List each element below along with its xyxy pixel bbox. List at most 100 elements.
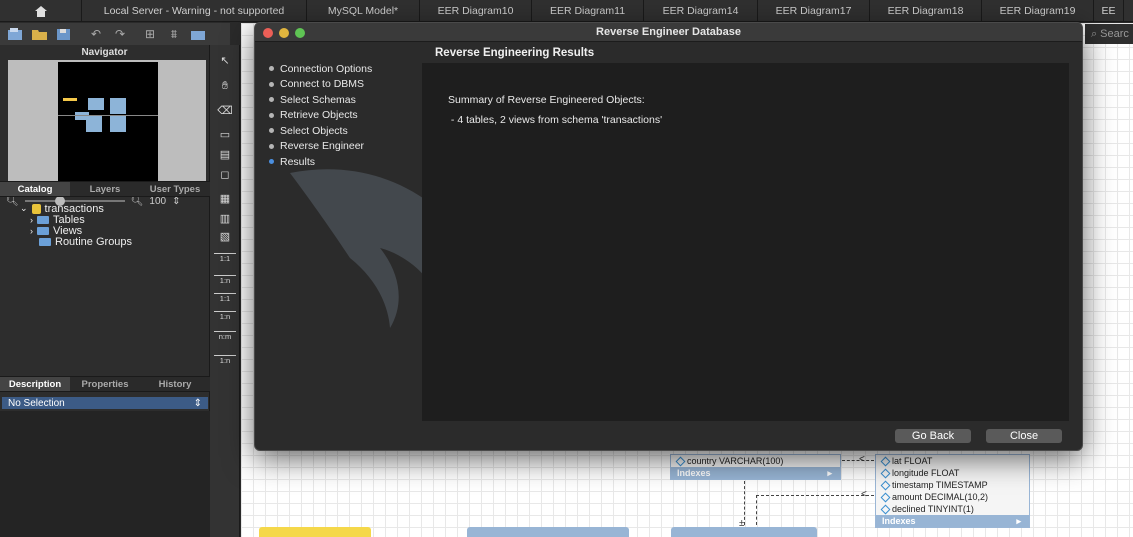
- pointer-tool-icon[interactable]: ↖: [216, 53, 234, 67]
- tab-description[interactable]: Description: [0, 377, 70, 391]
- diagram-table-header[interactable]: [467, 527, 629, 537]
- step-label: Connection Options: [280, 62, 373, 75]
- tree-item-routine-groups[interactable]: Routine Groups: [20, 236, 210, 248]
- table-column-row: timestamp TIMESTAMP: [876, 479, 1029, 491]
- new-document-icon[interactable]: [8, 27, 24, 41]
- layer-tool-icon[interactable]: ▭: [216, 127, 234, 141]
- relationship-line[interactable]: [842, 460, 874, 461]
- step-label: Select Objects: [280, 124, 348, 137]
- routine-tool-icon[interactable]: ▧: [216, 229, 234, 243]
- relationship-crowfoot-icon: <: [861, 489, 867, 500]
- tab-user-types[interactable]: User Types: [140, 182, 210, 196]
- relation-1-n-tool[interactable]: 1:n: [214, 275, 236, 285]
- diagram-table-header[interactable]: [671, 527, 817, 537]
- hand-tool-icon[interactable]: ✋︎: [216, 79, 234, 93]
- step-bullet-icon: [269, 81, 274, 87]
- tree-item-tables[interactable]: › Tables: [20, 214, 210, 226]
- export-icon[interactable]: [190, 27, 206, 41]
- document-tab[interactable]: EE: [1094, 0, 1124, 22]
- document-tab[interactable]: EER Diagram19: [982, 0, 1094, 22]
- document-tab[interactable]: EER Diagram14: [644, 0, 758, 22]
- column-diamond-icon: [880, 456, 891, 466]
- align-icon[interactable]: ⩩: [166, 27, 182, 41]
- tree-item-views[interactable]: › Views: [20, 225, 210, 237]
- minimap-table: [86, 116, 102, 132]
- diagram-table-right[interactable]: lat FLOAT longitude FLOAT timestamp TIME…: [875, 454, 1030, 528]
- column-label: longitude FLOAT: [892, 468, 960, 478]
- search-placeholder: Searc: [1100, 28, 1129, 40]
- step-label: Results: [280, 155, 316, 168]
- document-tab[interactable]: EER Diagram10: [420, 0, 532, 22]
- folder-icon: [37, 226, 49, 235]
- undo-icon[interactable]: ↶: [88, 27, 104, 41]
- home-tab[interactable]: [0, 0, 82, 22]
- column-diamond-icon: [880, 504, 891, 514]
- relationship-line[interactable]: [756, 495, 757, 525]
- relation-1-1-id-tool[interactable]: 1:1: [214, 293, 236, 303]
- minimize-window-icon[interactable]: [279, 28, 289, 38]
- document-tab[interactable]: EER Diagram17: [758, 0, 870, 22]
- tab-catalog[interactable]: Catalog: [0, 182, 70, 196]
- relation-existing-tool[interactable]: 1:n: [214, 355, 236, 365]
- open-folder-icon[interactable]: [32, 27, 48, 41]
- wizard-step: Retrieve Objects: [269, 108, 419, 124]
- relationship-line[interactable]: [756, 495, 874, 496]
- search-input[interactable]: ⌕ Searc: [1085, 24, 1133, 44]
- view-tool-icon[interactable]: ▥: [216, 211, 234, 225]
- document-tab[interactable]: Local Server - Warning - not supported: [82, 0, 307, 22]
- step-bullet-icon: [269, 159, 274, 165]
- diagram-table-header[interactable]: [259, 527, 371, 537]
- wizard-step: Select Schemas: [269, 92, 419, 108]
- column-diamond-icon: [880, 468, 891, 478]
- save-icon[interactable]: [56, 27, 72, 41]
- relation-n-m-tool[interactable]: n:m: [214, 331, 236, 341]
- step-label: Select Schemas: [280, 93, 356, 106]
- indexes-section[interactable]: Indexes ▸: [876, 515, 1029, 527]
- relation-1-n-id-tool[interactable]: 1:n: [214, 311, 236, 321]
- tree-schema-transactions[interactable]: ⌄ transactions: [20, 203, 210, 215]
- home-icon: [34, 5, 47, 17]
- tab-properties[interactable]: Properties: [70, 377, 140, 391]
- wizard-step: Reverse Engineer: [269, 139, 419, 155]
- document-tab-bar: Local Server - Warning - not supported My…: [0, 0, 1133, 22]
- folder-icon: [37, 215, 49, 224]
- minimap-viewport: [58, 62, 158, 183]
- table-tool-icon[interactable]: ▦: [216, 191, 234, 205]
- eraser-tool-icon[interactable]: ⌫: [216, 103, 234, 117]
- zoom-window-icon[interactable]: [295, 28, 305, 38]
- tab-layers[interactable]: Layers: [70, 182, 140, 196]
- collapse-chevron-icon[interactable]: ›: [30, 226, 33, 236]
- column-diamond-icon: [880, 492, 891, 502]
- close-button[interactable]: Close: [986, 429, 1062, 443]
- go-back-button[interactable]: Go Back: [895, 429, 971, 443]
- document-tab[interactable]: MySQL Model*: [307, 0, 420, 22]
- main-toolbar: ↶ ↷ ⊞ ⩩: [0, 23, 230, 45]
- column-label: amount DECIMAL(10,2): [892, 492, 989, 502]
- image-tool-icon[interactable]: ◻: [216, 167, 234, 181]
- tab-history[interactable]: History: [140, 377, 210, 391]
- navigator-minimap[interactable]: [8, 60, 206, 186]
- close-window-icon[interactable]: [263, 28, 273, 38]
- diagram-table-left[interactable]: country VARCHAR(100) Indexes ▸: [670, 454, 841, 480]
- note-tool-icon[interactable]: ▤: [216, 147, 234, 161]
- relation-1-1-tool[interactable]: 1:1: [214, 253, 236, 263]
- folder-icon: [39, 237, 51, 246]
- expand-chevron-icon[interactable]: ⌄: [20, 203, 28, 214]
- indexes-section[interactable]: Indexes ▸: [671, 467, 840, 479]
- step-bullet-icon: [269, 112, 274, 118]
- document-tab[interactable]: EER Diagram11: [532, 0, 644, 22]
- results-panel: Summary of Reverse Engineered Objects: -…: [422, 63, 1069, 421]
- selection-dropdown[interactable]: No Selection ⇕: [2, 397, 208, 409]
- toggle-grid-icon[interactable]: ⊞: [142, 27, 158, 41]
- collapse-chevron-icon[interactable]: ›: [30, 215, 33, 225]
- column-diamond-icon: [880, 480, 891, 490]
- catalog-tabs: Catalog Layers User Types: [0, 181, 210, 197]
- description-area[interactable]: [0, 411, 210, 537]
- step-bullet-icon: [269, 97, 274, 103]
- reverse-engineer-dialog: Reverse Engineer Database Connection Opt…: [254, 22, 1083, 451]
- table-column-row: amount DECIMAL(10,2): [876, 491, 1029, 503]
- document-tab[interactable]: EER Diagram18: [870, 0, 982, 22]
- column-label: declined TINYINT(1): [892, 504, 974, 514]
- redo-icon[interactable]: ↷: [112, 27, 128, 41]
- table-column-row: country VARCHAR(100): [671, 455, 840, 467]
